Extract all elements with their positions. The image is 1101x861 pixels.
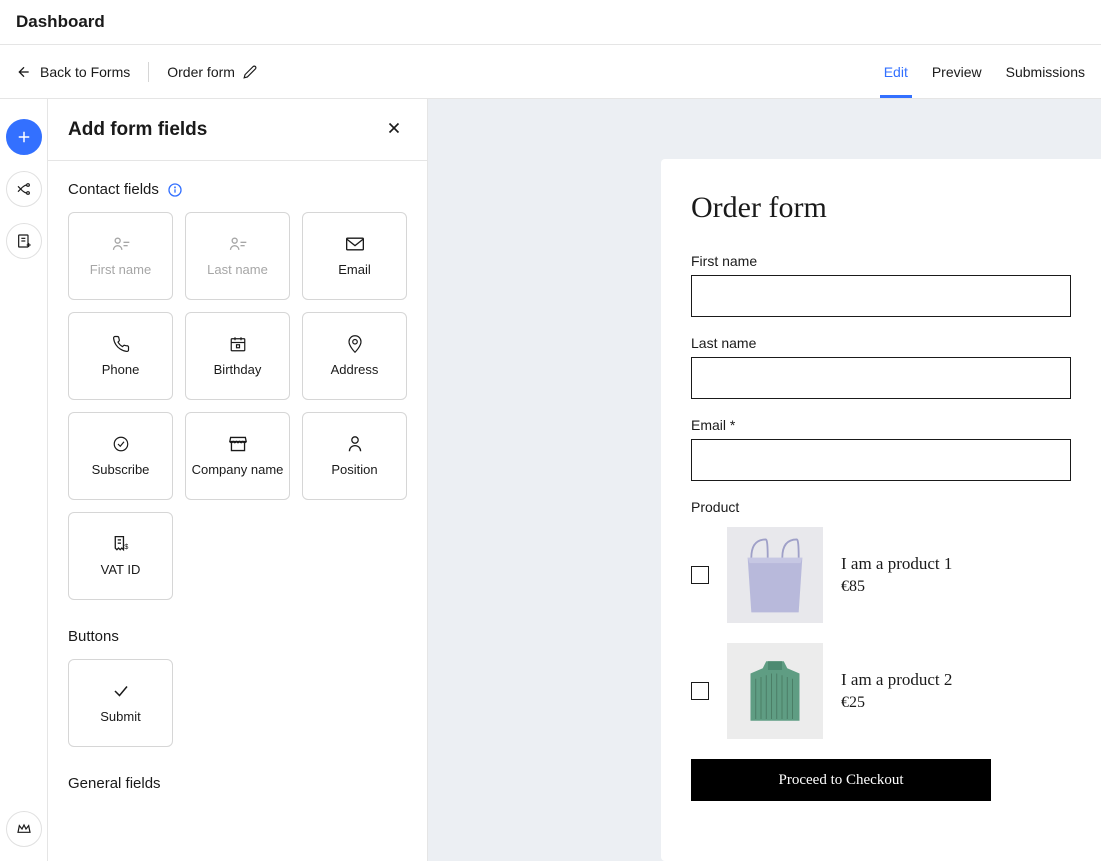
- first-name-label: First name: [691, 253, 1071, 269]
- field-label: First name: [90, 262, 151, 278]
- form-canvas: Order form First name Last name Email * …: [428, 99, 1101, 861]
- page-title: Dashboard: [0, 0, 1101, 45]
- field-label: Email: [338, 262, 371, 278]
- branch-icon: [16, 181, 32, 197]
- field-submit[interactable]: Submit: [68, 659, 173, 747]
- back-to-forms-link[interactable]: Back to Forms: [16, 64, 130, 80]
- sweater-icon: [740, 654, 810, 728]
- panel-title: Add form fields: [68, 119, 207, 141]
- info-icon[interactable]: [167, 182, 183, 198]
- crown-icon: [16, 821, 32, 837]
- add-fields-panel: Add form fields Contact fields First nam…: [48, 99, 428, 861]
- field-label: Subscribe: [92, 462, 150, 478]
- form-name-text: Order form: [167, 64, 235, 80]
- field-email[interactable]: Email: [302, 212, 407, 300]
- divider: [148, 62, 149, 82]
- tab-submissions[interactable]: Submissions: [1006, 45, 1085, 98]
- email-label: Email *: [691, 417, 1071, 433]
- field-company[interactable]: Company name: [185, 412, 290, 500]
- tab-preview[interactable]: Preview: [932, 45, 982, 98]
- left-rail: [0, 99, 48, 861]
- field-vat[interactable]: $ VAT ID: [68, 512, 173, 600]
- section-buttons: Buttons: [68, 628, 407, 645]
- form-title: Order form: [691, 191, 1071, 225]
- first-name-input[interactable]: [691, 275, 1071, 317]
- conditions-button[interactable]: [6, 171, 42, 207]
- calendar-icon: [229, 335, 247, 353]
- person-icon: [347, 435, 363, 453]
- phone-icon: [112, 335, 130, 353]
- field-phone[interactable]: Phone: [68, 312, 173, 400]
- person-text-icon: [111, 235, 131, 253]
- person-text-icon: [228, 235, 248, 253]
- product-image-1: [727, 527, 823, 623]
- form-preview: Order form First name Last name Email * …: [661, 159, 1101, 861]
- field-label: Company name: [192, 462, 284, 478]
- svg-text:$: $: [124, 542, 128, 551]
- add-button[interactable]: [6, 119, 42, 155]
- last-name-label: Last name: [691, 335, 1071, 351]
- tab-edit[interactable]: Edit: [884, 45, 908, 98]
- form-icon: [16, 233, 32, 249]
- check-icon: [112, 684, 130, 698]
- field-label: Birthday: [214, 362, 262, 378]
- mail-icon: [345, 236, 365, 252]
- arrow-left-icon: [16, 64, 32, 80]
- field-last-name[interactable]: Last name: [185, 212, 290, 300]
- form-settings-button[interactable]: [6, 223, 42, 259]
- pin-icon: [346, 334, 364, 354]
- pencil-icon: [243, 65, 257, 79]
- tabs: Edit Preview Submissions: [884, 45, 1085, 98]
- section-general-fields: General fields: [68, 775, 407, 792]
- field-subscribe[interactable]: Subscribe: [68, 412, 173, 500]
- checkout-button[interactable]: Proceed to Checkout: [691, 759, 991, 801]
- product-name: I am a product 1: [841, 554, 952, 574]
- upgrade-button[interactable]: [6, 811, 42, 847]
- last-name-input[interactable]: [691, 357, 1071, 399]
- field-label: Address: [331, 362, 379, 378]
- close-icon: [385, 119, 403, 137]
- tote-bag-icon: [738, 534, 812, 616]
- field-first-name[interactable]: First name: [68, 212, 173, 300]
- check-circle-icon: [112, 435, 130, 453]
- field-position[interactable]: Position: [302, 412, 407, 500]
- field-label: VAT ID: [101, 562, 141, 578]
- product-item-2: I am a product 2 €25: [691, 643, 1071, 739]
- field-label: Position: [331, 462, 377, 478]
- product-label: Product: [691, 499, 1071, 515]
- product-price: €25: [841, 694, 952, 712]
- section-contact-fields: Contact fields: [68, 181, 407, 198]
- field-birthday[interactable]: Birthday: [185, 312, 290, 400]
- product-price: €85: [841, 578, 952, 596]
- product-name: I am a product 2: [841, 670, 952, 690]
- panel-scroll-area[interactable]: Contact fields First name Last name Emai…: [48, 161, 427, 861]
- close-panel-button[interactable]: [381, 115, 407, 144]
- product-image-2: [727, 643, 823, 739]
- product-item-1: I am a product 1 €85: [691, 527, 1071, 623]
- field-label: Phone: [102, 362, 140, 378]
- field-label: Last name: [207, 262, 268, 278]
- form-name-display[interactable]: Order form: [167, 64, 257, 80]
- email-input[interactable]: [691, 439, 1071, 481]
- plus-icon: [15, 128, 33, 146]
- section-label: Buttons: [68, 628, 119, 645]
- storefront-icon: [228, 435, 248, 453]
- product-checkbox-2[interactable]: [691, 682, 709, 700]
- field-address[interactable]: Address: [302, 312, 407, 400]
- section-label: Contact fields: [68, 181, 159, 198]
- sub-header: Back to Forms Order form Edit Preview Su…: [0, 45, 1101, 99]
- field-label: Submit: [100, 709, 140, 725]
- product-checkbox-1[interactable]: [691, 566, 709, 584]
- receipt-money-icon: $: [111, 535, 131, 553]
- section-label: General fields: [68, 775, 161, 792]
- back-label: Back to Forms: [40, 64, 130, 80]
